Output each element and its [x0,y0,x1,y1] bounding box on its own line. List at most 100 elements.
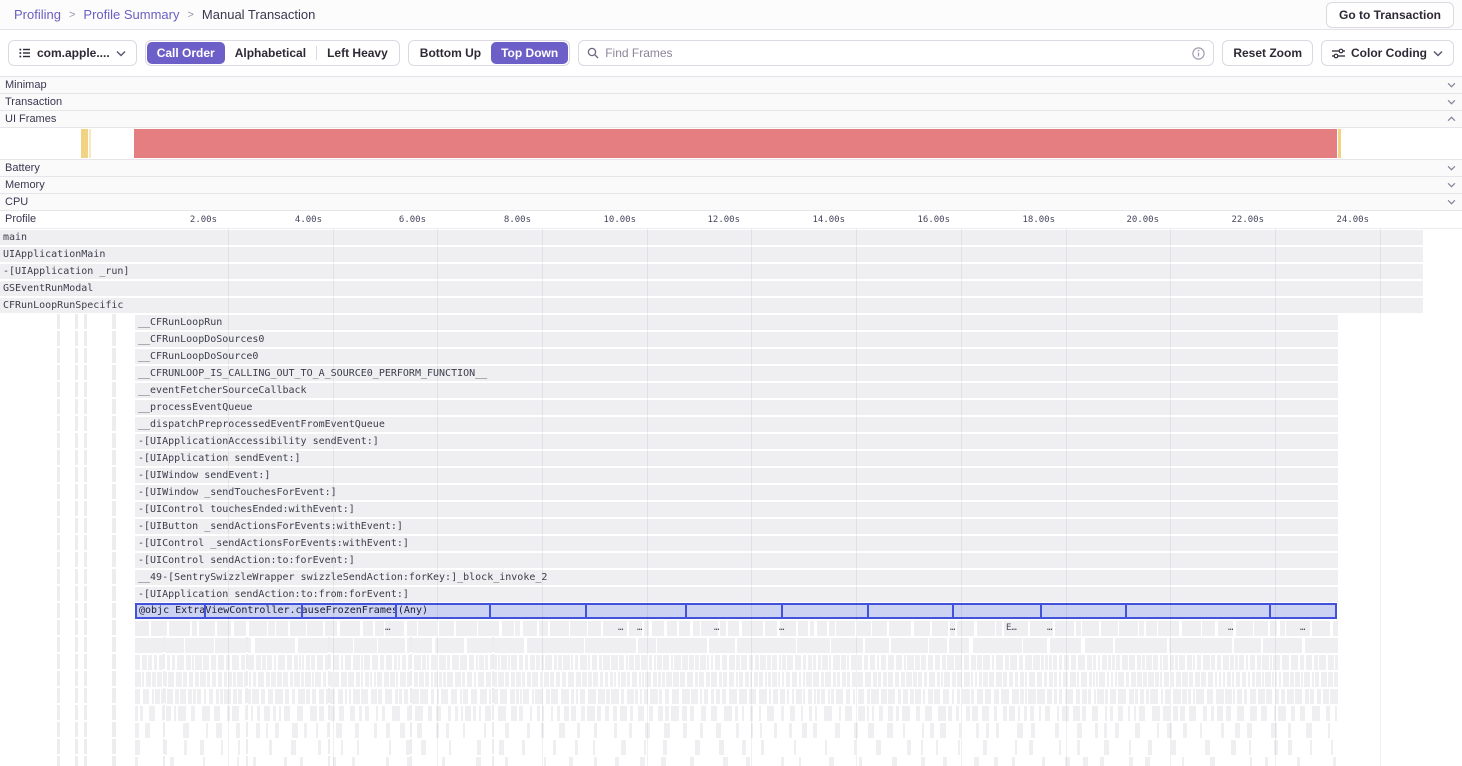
flame-mini-frame[interactable] [700,689,702,704]
flame-frame[interactable]: -[UIControl sendAction:to:forEvent:] [135,553,1338,568]
flame-mini-frame[interactable] [1083,757,1088,766]
flame-mini-frame[interactable] [569,757,573,766]
flame-mini-frame[interactable] [1128,706,1130,721]
flame-mini-frame[interactable] [610,672,613,687]
flame-mini-frame[interactable] [803,655,806,670]
flame-mini-frame[interactable] [330,706,335,721]
flame-mini-frame[interactable] [284,706,290,721]
flame-mini-frame[interactable] [1094,689,1096,704]
flame-mini-frame[interactable] [581,706,585,721]
flame-mini-frame[interactable] [1104,723,1107,738]
flame-mini-frame[interactable] [888,655,894,670]
flame-mini-frame[interactable] [1217,706,1223,721]
flame-mini-frame[interactable] [237,757,239,766]
flame-mini-frame[interactable] [292,723,298,738]
flame-mini-frame[interactable] [947,655,954,670]
flame-mini-frame[interactable] [186,655,191,670]
flame-mini-frame[interactable] [818,655,821,670]
flame-mini-frame[interactable] [571,706,576,721]
flame-mini-frame[interactable] [711,655,713,670]
flame-mini-frame[interactable] [425,672,429,687]
flame-mini-frame[interactable] [941,672,943,687]
flame-mini-frame[interactable] [723,757,728,766]
flame-mini-frame[interactable] [520,689,522,704]
flame-mini-frame[interactable] [614,672,616,687]
flame-mini-frame[interactable] [1137,672,1142,687]
flame-mini-frame[interactable] [411,689,419,704]
flame-mini-frame[interactable] [1003,672,1007,687]
flame-mini-frame[interactable] [542,706,544,721]
flame-mini-frame[interactable] [613,706,617,721]
flame-mini-frame[interactable] [478,672,484,687]
flame-mini-frame[interactable] [349,689,351,704]
flame-mini-frame[interactable] [802,723,807,738]
flame-mini-frame[interactable] [232,706,239,721]
flame-mini-frame[interactable] [883,672,887,687]
flame-mini-frame[interactable] [839,706,841,721]
flame-mini-frame[interactable] [1146,621,1157,636]
flame-mini-frame[interactable] [1266,689,1272,704]
flame-frame[interactable]: -[UIApplication sendAction:to:from:forEv… [135,587,1338,602]
flame-mini-frame[interactable] [1087,655,1092,670]
flame-mini-frame[interactable] [934,689,940,704]
flame-mini-frame[interactable] [341,672,347,687]
flame-mini-frame[interactable] [469,655,474,670]
flame-mini-frame[interactable] [1134,706,1136,721]
flame-mini-frame[interactable] [312,689,316,704]
flame-mini-frame[interactable] [966,706,970,721]
flame-mini-frame[interactable] [1270,621,1277,636]
flame-mini-frame[interactable] [193,689,196,704]
flame-mini-frame[interactable] [530,706,532,721]
flame-mini-frame[interactable] [1203,655,1210,670]
flame-mini-frame[interactable] [858,706,865,721]
flame-mini-frame[interactable] [971,672,973,687]
flame-mini-frame[interactable] [588,672,592,687]
flame-mini-frame[interactable] [1210,757,1215,766]
flame-mini-frame[interactable] [527,723,530,738]
flame-mini-frame[interactable] [836,621,855,636]
selected-flame-frame[interactable]: @objc ExtraViewController.causeFrozenFra… [135,603,1337,619]
flame-mini-frame[interactable] [903,723,905,738]
flame-mini-frame[interactable] [142,655,147,670]
flame-mini-frame[interactable] [767,706,774,721]
flame-mini-frame[interactable] [203,757,205,766]
flame-mini-frame[interactable] [1045,655,1048,670]
flame-mini-frame[interactable] [817,689,820,704]
color-coding-dropdown[interactable]: Color Coding [1321,40,1454,66]
flame-mini-frame[interactable] [687,672,693,687]
breadcrumb-profiling[interactable]: Profiling [14,7,61,22]
flame-mini-frame[interactable] [455,672,461,687]
flame-mini-frame[interactable] [829,655,831,670]
flame-mini-frame[interactable] [449,740,451,755]
flame-mini-frame[interactable] [511,655,517,670]
sort-call-order-button[interactable]: Call Order [147,42,225,64]
flame-mini-frame[interactable] [417,723,422,738]
flame-mini-frame[interactable] [1063,672,1068,687]
flame-mini-frame[interactable] [695,672,698,687]
flame-mini-frame[interactable] [414,672,418,687]
flame-mini-frame[interactable] [1148,740,1152,755]
flame-mini-frame[interactable] [1118,689,1126,704]
flame-mini-frame[interactable] [956,706,959,721]
flame-mini-frame[interactable] [192,655,194,670]
flame-mini-frame[interactable] [1274,740,1278,755]
flame-mini-frame[interactable] [195,672,199,687]
flame-mini-frame[interactable] [1250,655,1255,670]
flame-mini-frame[interactable] [361,655,363,670]
flame-mini-frame[interactable] [298,638,353,653]
flame-mini-frame[interactable] [928,655,933,670]
flame-mini-frame[interactable] [1180,706,1185,721]
flame-mini-frame[interactable] [671,706,679,721]
flame-mini-frame[interactable] [664,723,670,738]
flame-mini-frame[interactable] [365,672,369,687]
flame-mini-frame[interactable] [629,655,634,670]
flame-mini-frame[interactable] [630,706,633,721]
flame-mini-frame[interactable] [407,621,417,636]
flame-mini-frame[interactable] [1211,655,1215,670]
flame-mini-frame[interactable] [575,740,578,755]
flame-mini-frame[interactable] [761,740,764,755]
flame-mini-frame[interactable] [1312,706,1320,721]
flame-mini-frame[interactable] [1173,706,1178,721]
flame-mini-frame[interactable] [1085,638,1113,653]
flame-mini-frame[interactable] [540,672,542,687]
